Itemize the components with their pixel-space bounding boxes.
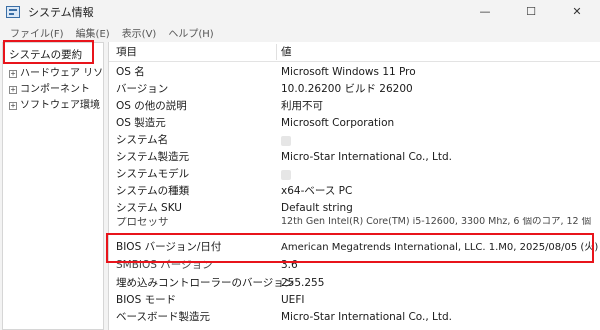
tree-item-label: ハードウェア リソース — [20, 68, 104, 79]
redacted-value — [281, 136, 291, 146]
row-item: BIOS モード — [116, 294, 177, 306]
tree-item-system-summary[interactable]: システムの要約 — [6, 46, 85, 64]
row-item: システムモデル — [116, 168, 190, 180]
row-value: Microsoft Windows 11 Pro — [281, 66, 416, 78]
row-item: SMBIOS バージョン — [116, 259, 213, 271]
menu-help[interactable]: ヘルプ(H) — [162, 25, 219, 40]
row-item: OS 名 — [116, 66, 145, 78]
tree-item-hardware-resources[interactable]: + ハードウェア リソース — [9, 66, 104, 82]
table-row[interactable]: BIOS モード UEFI — [109, 292, 600, 309]
row-item: ベースボード製造元 — [116, 311, 210, 323]
row-item: システム名 — [116, 134, 169, 146]
row-value: 255.255 — [281, 277, 325, 289]
row-item: バージョン — [116, 83, 169, 95]
expand-icon[interactable]: + — [9, 70, 17, 78]
tree-item-label: ソフトウェア環境 — [20, 100, 100, 111]
row-item: プロセッサ — [116, 217, 169, 227]
row-value: 利用不可 — [281, 100, 323, 112]
row-item: BIOS バージョン/日付 — [116, 241, 222, 253]
row-item: 埋め込みコントローラーのバージョン — [116, 277, 295, 289]
tree-item-label: コンポーネント — [20, 84, 90, 95]
row-value: Default string — [281, 202, 353, 214]
menu-bar: ファイル(F) 編集(E) 表示(V) ヘルプ(H) — [0, 23, 600, 41]
table-row[interactable]: バージョン 10.0.26200 ビルド 26200 — [109, 81, 600, 98]
minimize-button[interactable]: — — [462, 0, 508, 23]
table-row[interactable]: 埋め込みコントローラーのバージョン 255.255 — [109, 275, 600, 292]
title-bar: システム情報 — ☐ ✕ — [0, 0, 600, 23]
table-row[interactable]: システム SKU Default string — [109, 200, 600, 217]
tree-item-components[interactable]: + コンポーネント — [9, 82, 90, 98]
window-controls: — ☐ ✕ — [462, 0, 600, 23]
table-row[interactable]: OS 製造元 Microsoft Corporation — [109, 115, 600, 132]
column-header: 項目 値 — [109, 42, 600, 62]
row-value: x64-ベース PC — [281, 185, 353, 197]
expand-icon[interactable]: + — [9, 102, 17, 110]
table-row[interactable]: OS 名 Microsoft Windows 11 Pro — [109, 64, 600, 81]
category-tree: システムの要約 + ハードウェア リソース + コンポーネント + ソフトウェア… — [2, 42, 104, 330]
column-header-value[interactable]: 値 — [281, 42, 292, 62]
row-value: American Megatrends International, LLC. … — [281, 242, 599, 253]
row-value: 12th Gen Intel(R) Core(TM) i5-12600, 330… — [281, 217, 592, 227]
row-value: 3.6 — [281, 259, 298, 271]
table-row[interactable]: システム製造元 Micro-Star International Co., Lt… — [109, 149, 600, 166]
table-row[interactable]: システムの種類 x64-ベース PC — [109, 183, 600, 200]
row-value: 10.0.26200 ビルド 26200 — [281, 83, 413, 95]
column-divider[interactable] — [276, 44, 277, 60]
redacted-value — [281, 170, 291, 180]
main-content: システムの要約 + ハードウェア リソース + コンポーネント + ソフトウェア… — [0, 41, 600, 330]
row-value: Micro-Star International Co., Ltd. — [281, 311, 453, 323]
maximize-button[interactable]: ☐ — [508, 0, 554, 23]
row-item: OS の他の説明 — [116, 100, 187, 112]
row-item: システム SKU — [116, 202, 182, 214]
row-item: システムの種類 — [116, 185, 190, 197]
row-value: Micro-Star International Co., Ltd. — [281, 151, 453, 163]
details-pane: 項目 値 OS 名 Microsoft Windows 11 Pro バージョン… — [108, 42, 600, 330]
row-value: Microsoft Corporation — [281, 117, 395, 129]
menu-edit[interactable]: 編集(E) — [70, 25, 116, 40]
table-row[interactable]: OS の他の説明 利用不可 — [109, 98, 600, 115]
table-row[interactable]: ベースボード製造元 Micro-Star International Co., … — [109, 309, 600, 326]
table-row[interactable]: システム名 — [109, 132, 600, 149]
tree-item-software-environment[interactable]: + ソフトウェア環境 — [9, 98, 100, 114]
table-row[interactable]: プロセッサ 12th Gen Intel(R) Core(TM) i5-1260… — [109, 217, 600, 227]
table-row-bios[interactable]: BIOS バージョン/日付 American Megatrends Intern… — [109, 239, 600, 256]
row-value: UEFI — [281, 294, 305, 306]
window-title: システム情報 — [28, 5, 94, 19]
row-item: システム製造元 — [116, 151, 190, 163]
close-button[interactable]: ✕ — [554, 0, 600, 23]
table-row[interactable]: SMBIOS バージョン 3.6 — [109, 259, 600, 272]
row-item: OS 製造元 — [116, 117, 166, 129]
system-info-icon — [6, 5, 20, 18]
menu-view[interactable]: 表示(V) — [116, 25, 163, 40]
menu-file[interactable]: ファイル(F) — [4, 25, 70, 40]
expand-icon[interactable]: + — [9, 86, 17, 94]
column-header-item[interactable]: 項目 — [116, 42, 137, 62]
table-row[interactable]: システムモデル — [109, 166, 600, 183]
